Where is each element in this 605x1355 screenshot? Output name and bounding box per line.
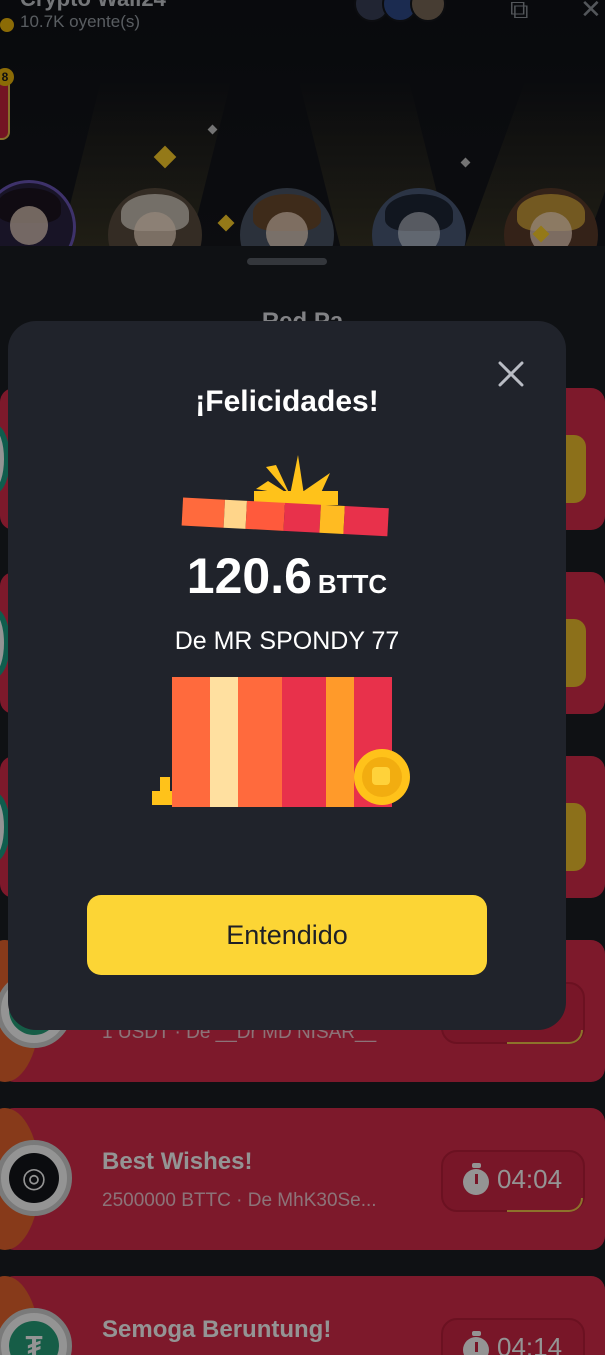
reward-amount: 120.6 BTTC	[8, 547, 566, 605]
amount-value: 120.6	[186, 548, 312, 604]
gift-lid-icon	[181, 455, 389, 537]
modal-title: ¡Felicidades!	[195, 385, 379, 418]
congrats-modal: ¡Felicidades! 120.6BTTC De MR SPONDY 77	[8, 321, 566, 1030]
amount-unit: BTTC	[317, 569, 388, 599]
gift-box-icon	[152, 677, 410, 807]
confirm-button[interactable]: Entendido	[87, 895, 487, 975]
sender-line: De MR SPONDY 77	[174, 627, 400, 655]
